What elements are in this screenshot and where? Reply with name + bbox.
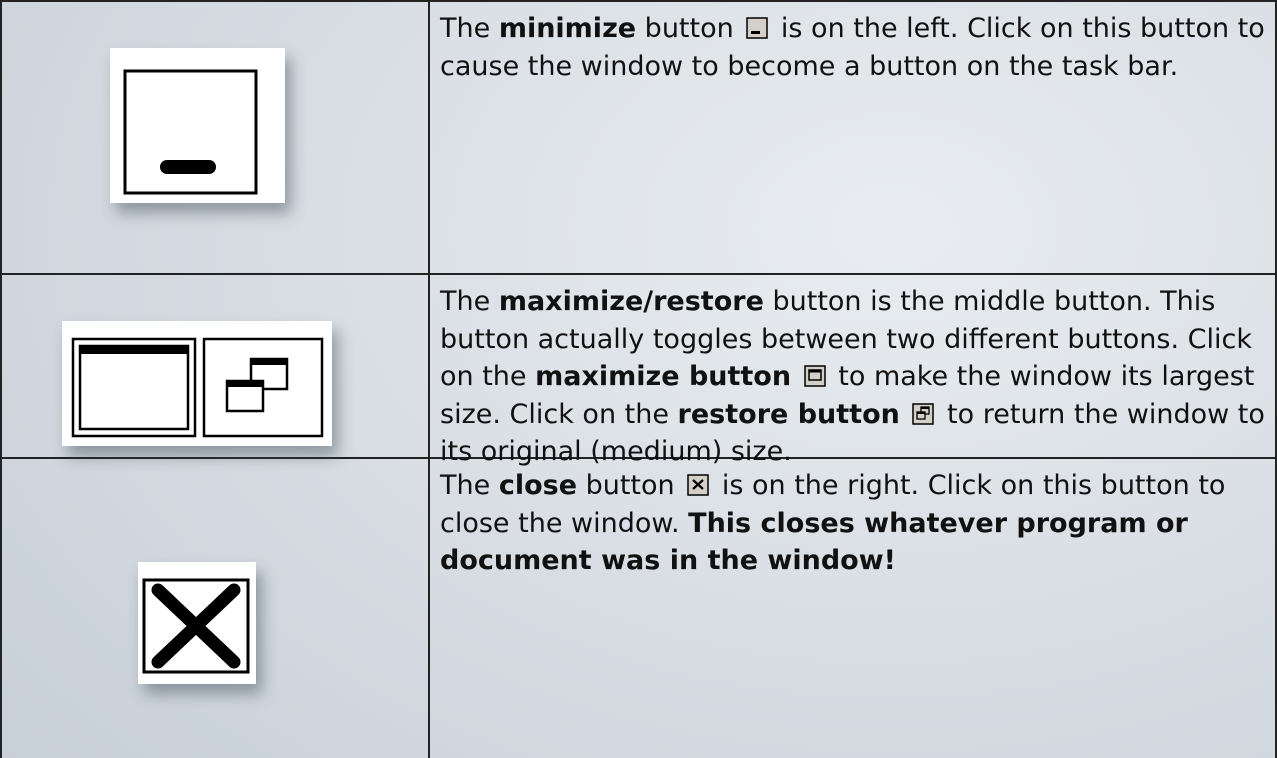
- minimize-illustration: [110, 48, 285, 203]
- bold-text: close: [498, 470, 578, 501]
- close-description: The close button is on the right. Click …: [430, 459, 1275, 758]
- body-text: button: [636, 13, 743, 44]
- restore-icon: [202, 337, 324, 438]
- close-illustration-cell: [2, 459, 430, 758]
- bold-text: maximize button: [535, 361, 792, 392]
- bold-text: minimize: [498, 13, 637, 44]
- maximize-restore-illustration-cell: [2, 275, 430, 459]
- maximize-restore-text: The maximize/restore button is the middl…: [440, 283, 1267, 471]
- minimize-description: The minimize button is on the left. Clic…: [430, 2, 1275, 275]
- close-text: The close button is on the right. Click …: [440, 467, 1267, 580]
- maximize-restore-description: The maximize/restore button is the middl…: [430, 275, 1275, 467]
- body-text: The: [440, 286, 499, 317]
- maximize-icon: [803, 360, 826, 387]
- close-illustration: [138, 562, 256, 684]
- minimize-text: The minimize button is on the left. Clic…: [440, 10, 1267, 85]
- restore-icon: [912, 398, 935, 425]
- minimize-illustration-cell: [2, 2, 430, 275]
- bold-text: maximize/restore: [498, 286, 764, 317]
- maximize-restore-illustration: [62, 321, 332, 446]
- window-buttons-table: The minimize button is on the left. Clic…: [0, 0, 1277, 758]
- close-icon: [142, 578, 250, 674]
- body-text: The: [440, 470, 499, 501]
- minimize-icon: [746, 12, 769, 39]
- close-icon: [687, 469, 709, 496]
- bold-text: restore button: [677, 398, 900, 430]
- minimize-icon: [123, 69, 258, 195]
- body-text: [791, 361, 800, 392]
- body-text: button: [577, 470, 684, 501]
- body-text: The: [440, 13, 499, 44]
- body-text: [900, 399, 909, 430]
